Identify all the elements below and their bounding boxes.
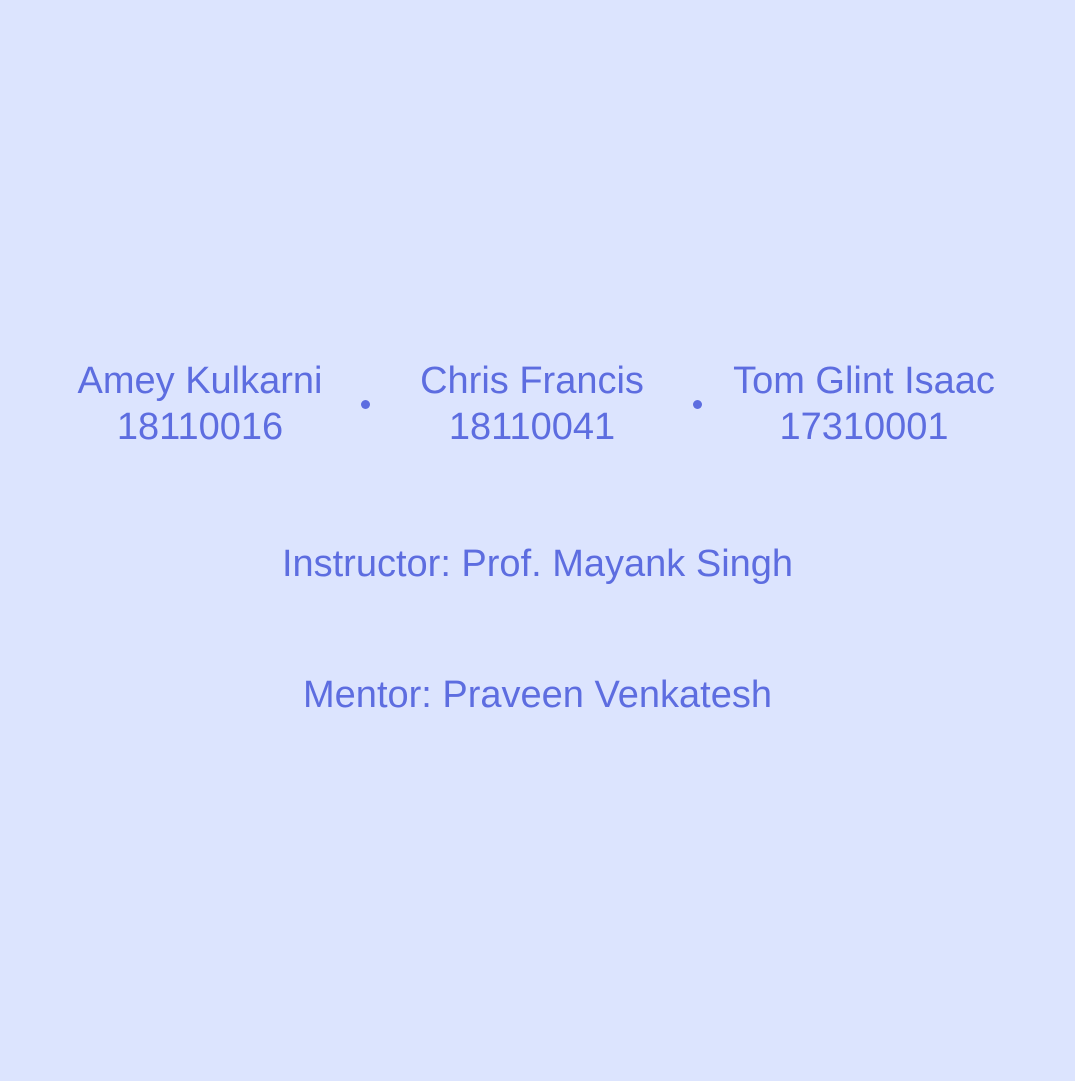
member-name: Amey Kulkarni (77, 360, 323, 402)
team-member-chris: Chris Francis 18110041 (382, 358, 682, 450)
team-members: Amey Kulkarni 18110016 Chris Francis 181… (0, 358, 1075, 450)
team-member-tom: Tom Glint Isaac 17310001 (714, 358, 1014, 450)
member-id: 18110041 (448, 406, 616, 448)
dot-separator-icon (361, 400, 370, 409)
instructor-text: Instructor: Prof. Mayank Singh (281, 543, 794, 585)
member-name: Chris Francis (420, 360, 644, 402)
member-id: 18110016 (116, 406, 284, 448)
member-id: 17310001 (779, 406, 949, 448)
mentor-text: Mentor: Praveen Venkatesh (303, 674, 772, 716)
member-name: Tom Glint Isaac (733, 360, 995, 402)
dot-separator-icon (693, 400, 702, 409)
team-member-amey: Amey Kulkarni 18110016 (50, 358, 350, 450)
